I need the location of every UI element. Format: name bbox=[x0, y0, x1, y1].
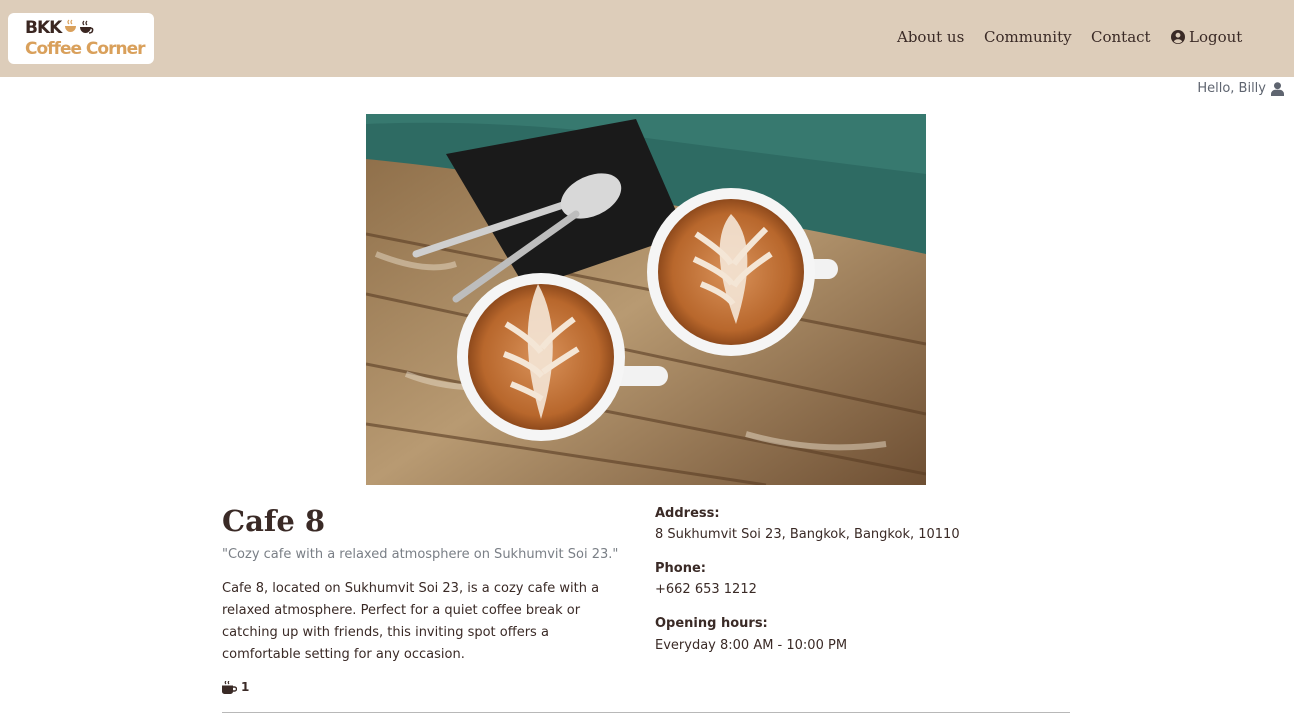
hours-value: Everyday 8:00 AM - 10:00 PM bbox=[655, 638, 848, 653]
user-icon bbox=[1271, 81, 1284, 96]
user-greeting[interactable]: Hello, Billy bbox=[1197, 81, 1284, 96]
logout-label: Logout bbox=[1189, 28, 1243, 46]
nav-community[interactable]: Community bbox=[984, 28, 1072, 46]
cafe-description: Cafe 8, located on Sukhumvit Soi 23, is … bbox=[222, 581, 600, 662]
cafe-photo bbox=[366, 114, 926, 485]
cafe-name: Cafe 8 bbox=[222, 504, 326, 538]
navbar: BKK Coffee Corner About us Community Con… bbox=[0, 0, 1294, 77]
nav-contact[interactable]: Contact bbox=[1091, 28, 1151, 46]
main-nav: About us Community Contact Logout bbox=[0, 28, 1294, 48]
phone-value: +662 653 1212 bbox=[655, 582, 757, 597]
likes-button[interactable]: 1 bbox=[222, 680, 249, 694]
user-circle-icon bbox=[1171, 30, 1185, 44]
section-divider bbox=[222, 712, 1070, 713]
greeting-text: Hello, Billy bbox=[1197, 81, 1266, 96]
hours-label: Opening hours: bbox=[655, 616, 768, 631]
address-label: Address: bbox=[655, 506, 720, 521]
address-value: 8 Sukhumvit Soi 23, Bangkok, Bangkok, 10… bbox=[655, 527, 960, 542]
cafe-tagline: "Cozy cafe with a relaxed atmosphere on … bbox=[222, 547, 619, 562]
phone-label: Phone: bbox=[655, 561, 706, 576]
mug-icon bbox=[222, 680, 237, 694]
latte-art-image bbox=[366, 114, 926, 485]
nav-logout[interactable]: Logout bbox=[1171, 28, 1242, 46]
nav-about-us[interactable]: About us bbox=[897, 28, 964, 46]
likes-count: 1 bbox=[241, 680, 250, 694]
